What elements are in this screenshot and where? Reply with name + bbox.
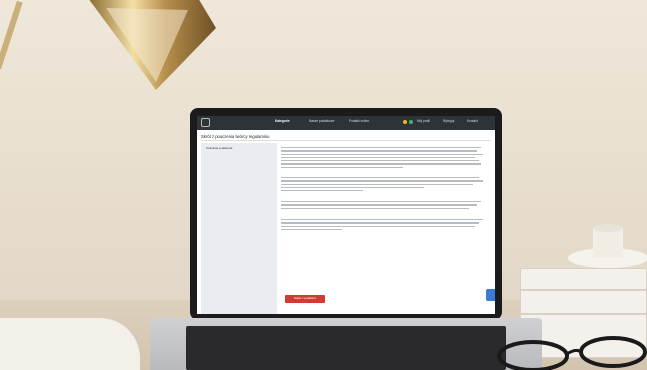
logo-icon[interactable]: [201, 118, 210, 127]
paragraph-4: [281, 219, 485, 232]
eyeglasses: [497, 336, 647, 370]
paragraph-1: [281, 147, 485, 170]
top-navigation-bar: Kategorie Nasze podatkowe Podatki online…: [197, 116, 495, 130]
paragraph-2: [281, 177, 485, 193]
nav-item-profile[interactable]: Mój profil: [417, 119, 430, 123]
paragraph-3: [281, 201, 485, 211]
chat-widget-icon[interactable]: [486, 289, 495, 301]
ceramic-bowl: [568, 224, 647, 268]
laptop-keyboard: [186, 326, 506, 370]
desk-lamp-shade: [89, 0, 216, 90]
nav-item-kategorie[interactable]: Kategorie: [275, 119, 290, 123]
coffee-cup: [0, 318, 140, 370]
divider: [201, 140, 491, 141]
nav-item-podatkowe[interactable]: Nasze podatkowe: [309, 119, 334, 123]
page-title: Skrót z pouczenia twórcy regulaminu: [201, 134, 270, 139]
save-button[interactable]: Zapisz z podatkiem: [285, 295, 325, 303]
laptop-screen: Kategorie Nasze podatkowe Podatki online…: [197, 116, 495, 314]
status-dot-yellow-icon: [403, 120, 407, 124]
article-content: Zapisz z podatkiem: [281, 143, 485, 314]
nav-item-online[interactable]: Podatki online: [349, 119, 369, 123]
sidebar: Instrukcja podatkowa: [201, 143, 277, 314]
nav-item-contact[interactable]: Kontakt: [467, 119, 478, 123]
status-dot-green-icon: [409, 120, 413, 124]
nav-item-logout[interactable]: Wyloguj: [443, 119, 454, 123]
sidebar-label[interactable]: Instrukcja podatkowa: [206, 146, 232, 150]
